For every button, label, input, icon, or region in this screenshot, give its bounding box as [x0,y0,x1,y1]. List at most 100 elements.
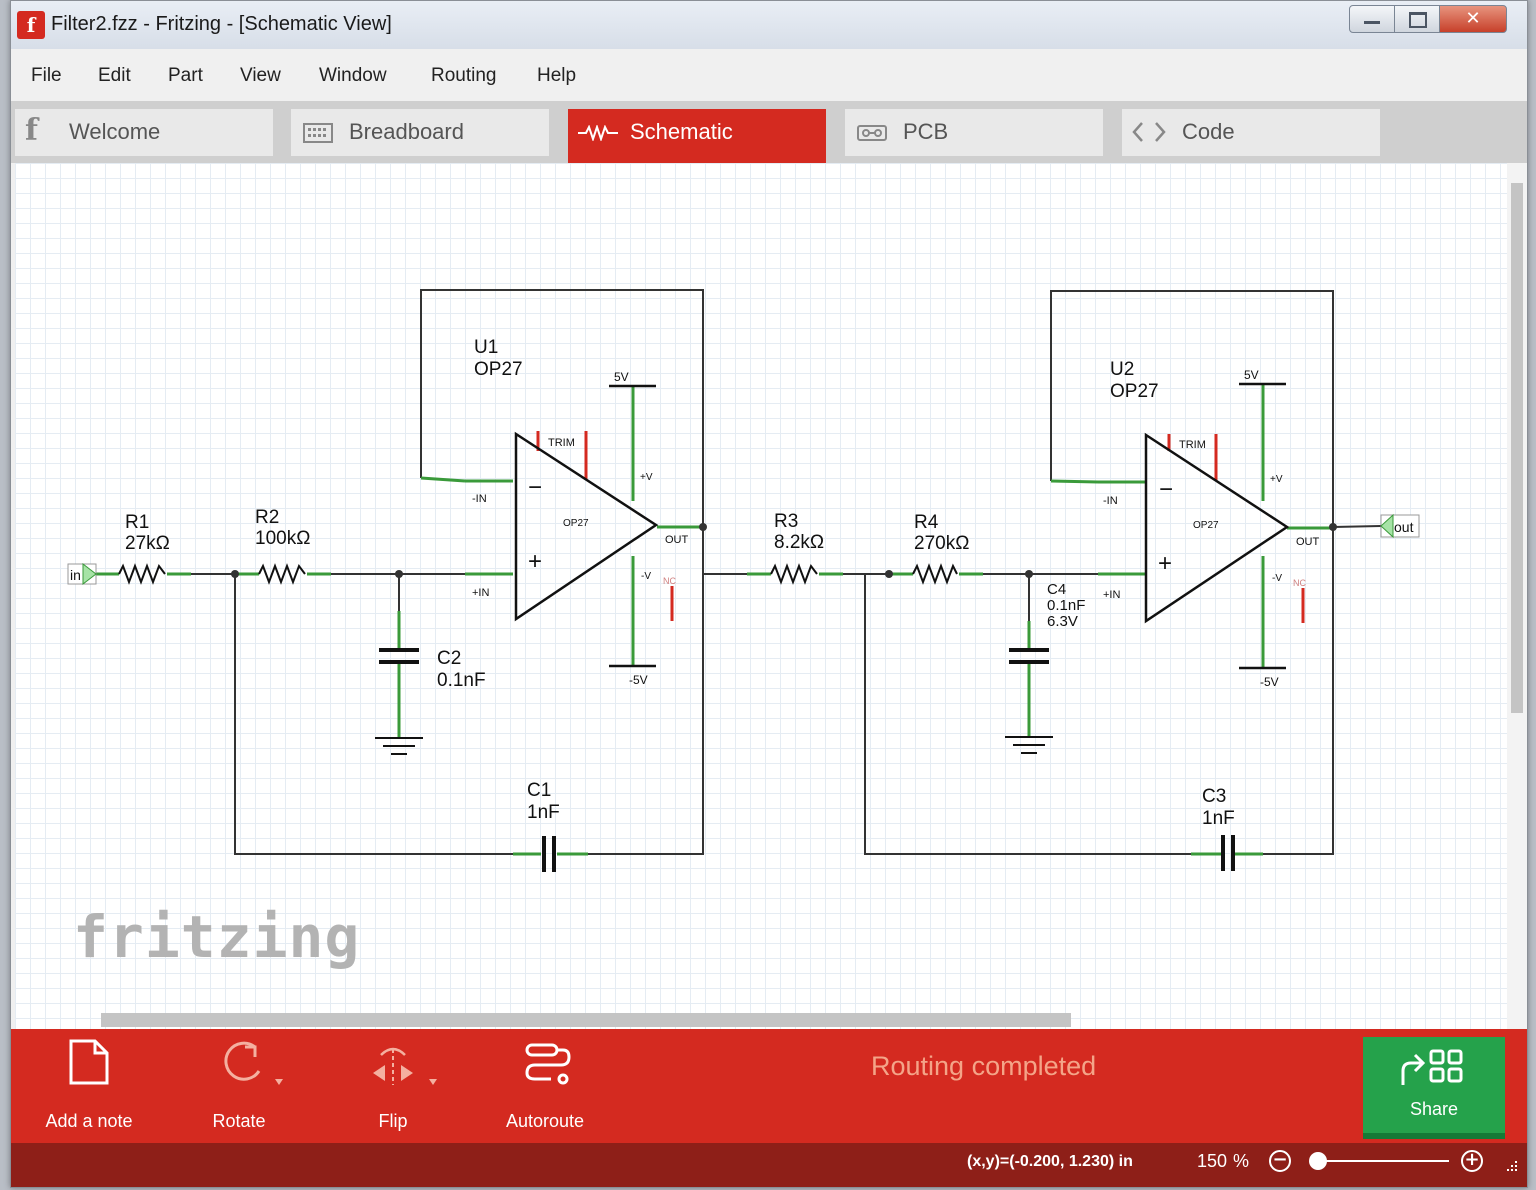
zoom-value: 150 [1197,1151,1228,1171]
bottom-toolbar: Add a note Rotate Flip Autoroute Routing… [11,1029,1527,1143]
r1-value: 27kΩ [125,533,170,554]
tab-schematic[interactable]: Schematic [568,109,826,163]
svg-text:out: out [1394,519,1414,535]
u1-nc-label: NC [663,576,676,586]
u1-body-label: OP27 [563,518,589,529]
u2-minus-v-label: -V [1272,573,1282,584]
resistor-r4[interactable] [912,563,958,585]
schematic-diagram: in R1 27kΩ R2 100kΩ C2 0.1nF C1 1nF U1 O… [67,289,1420,872]
menu-routing[interactable]: Routing [431,65,497,87]
r4-value: 270kΩ [914,533,969,554]
u2-minus-sign: − [1159,476,1173,503]
schematic-icon [578,125,618,141]
zoom-slider-track[interactable] [1319,1160,1449,1162]
capacitor-c2[interactable] [379,648,419,664]
capacitor-c3[interactable] [1221,835,1235,871]
close-button[interactable]: ✕ [1439,5,1507,33]
tab-welcome-label: Welcome [69,119,161,144]
zoom-unit: % [1233,1151,1250,1171]
zoom-out-button[interactable]: − [1269,1150,1291,1172]
c2-value: 0.1nF [437,670,486,691]
u1-neg5v-label: -5V [629,673,648,687]
r1-name: R1 [125,512,149,533]
tab-pcb-label: PCB [903,119,949,144]
resize-grip-icon[interactable] [1505,1159,1519,1173]
fritzing-app-icon: f [17,11,45,39]
title-bar: f Filter2.fzz - Fritzing - [Schematic Vi… [11,1,1527,49]
r4-name: R4 [914,512,939,533]
flip-button[interactable]: Flip [333,1039,453,1137]
tab-code[interactable]: Code [1122,109,1380,156]
menu-part[interactable]: Part [168,65,203,87]
resistor-r1[interactable] [118,563,166,585]
u1-in-plus-label: +IN [472,587,489,599]
u1-minus-sign: − [528,474,542,501]
capacitor-c1[interactable] [542,836,556,872]
status-bar: (x,y)=(-0.200, 1.230) in 150 % − + [11,1143,1527,1187]
u2-in-minus-label: -IN [1103,495,1118,507]
r2-value: 100kΩ [255,528,310,549]
c4-value: 0.1nF [1047,597,1085,614]
u1-in-minus-label: -IN [472,493,487,505]
autoroute-button[interactable]: Autoroute [485,1039,605,1137]
u2-plus-v-label: +V [1270,474,1283,485]
resistor-r3[interactable] [770,563,818,585]
menu-help[interactable]: Help [537,65,576,87]
tab-schematic-label: Schematic [630,119,733,144]
maximize-button[interactable] [1394,5,1440,33]
tab-pcb[interactable]: PCB [845,109,1103,156]
c2-name: C2 [437,648,461,669]
u2-plus-sign: + [1158,550,1172,577]
app-window: f Filter2.fzz - Fritzing - [Schematic Vi… [10,0,1528,1188]
u1-out-label: OUT [665,534,689,546]
pcb-icon [857,125,887,141]
svg-text:in: in [70,567,81,583]
ground-symbol-2 [1005,736,1053,754]
capacitor-c4[interactable] [1009,648,1049,664]
schematic-canvas[interactable]: in R1 27kΩ R2 100kΩ C2 0.1nF C1 1nF U1 O… [15,163,1507,1029]
u2-neg5v-label: -5V [1260,675,1279,689]
horizontal-scroll-thumb[interactable] [101,1013,1071,1027]
autoroute-icon [525,1043,571,1085]
menu-edit[interactable]: Edit [98,65,131,87]
rotate-button[interactable]: Rotate [179,1039,299,1137]
rotate-label: Rotate [212,1111,266,1131]
u2-5v-label: 5V [1244,368,1259,382]
menu-view[interactable]: View [240,65,281,87]
breadboard-icon [303,123,333,143]
c4-name: C4 [1047,581,1066,598]
vertical-scroll-thumb[interactable] [1511,183,1523,713]
menu-bar: File Edit Part View Window Routing Help [11,49,1527,101]
r3-name: R3 [774,511,798,532]
view-tabs: f Welcome Breadboard Schematic PCB Code [11,101,1527,163]
u1-minus-v-label: -V [641,571,651,582]
resistor-r2[interactable] [258,563,306,585]
vertical-scrollbar[interactable] [1507,163,1527,1029]
routing-status: Routing completed [871,1051,1097,1081]
u2-body-label: OP27 [1193,520,1219,531]
tab-breadboard[interactable]: Breadboard [291,109,549,156]
menu-window[interactable]: Window [319,65,387,87]
output-port[interactable]: out [1380,513,1420,539]
minimize-button[interactable] [1349,5,1395,33]
ground-symbol-1 [375,737,423,755]
share-icon [1401,1049,1463,1085]
add-note-label: Add a note [45,1111,133,1131]
fritzing-f-icon: f [25,113,38,148]
tab-welcome[interactable]: f Welcome [15,109,273,156]
u2-value: OP27 [1110,381,1159,402]
u1-plus-v-label: +V [640,472,653,483]
input-port[interactable]: in [67,562,97,586]
zoom-in-button[interactable]: + [1461,1150,1483,1172]
stage1-unconnected-pins [536,431,674,621]
zoom-slider-handle[interactable] [1309,1152,1327,1170]
u1-value: OP27 [474,359,523,380]
r3-value: 8.2kΩ [774,532,824,553]
stage2-pin-stubs [747,385,1333,856]
add-note-button[interactable]: Add a note [29,1039,149,1137]
menu-file[interactable]: File [31,65,62,87]
code-icon [1132,122,1166,142]
share-label: Share [1409,1099,1459,1119]
share-button[interactable]: Share [1363,1037,1505,1139]
note-icon [69,1039,109,1085]
